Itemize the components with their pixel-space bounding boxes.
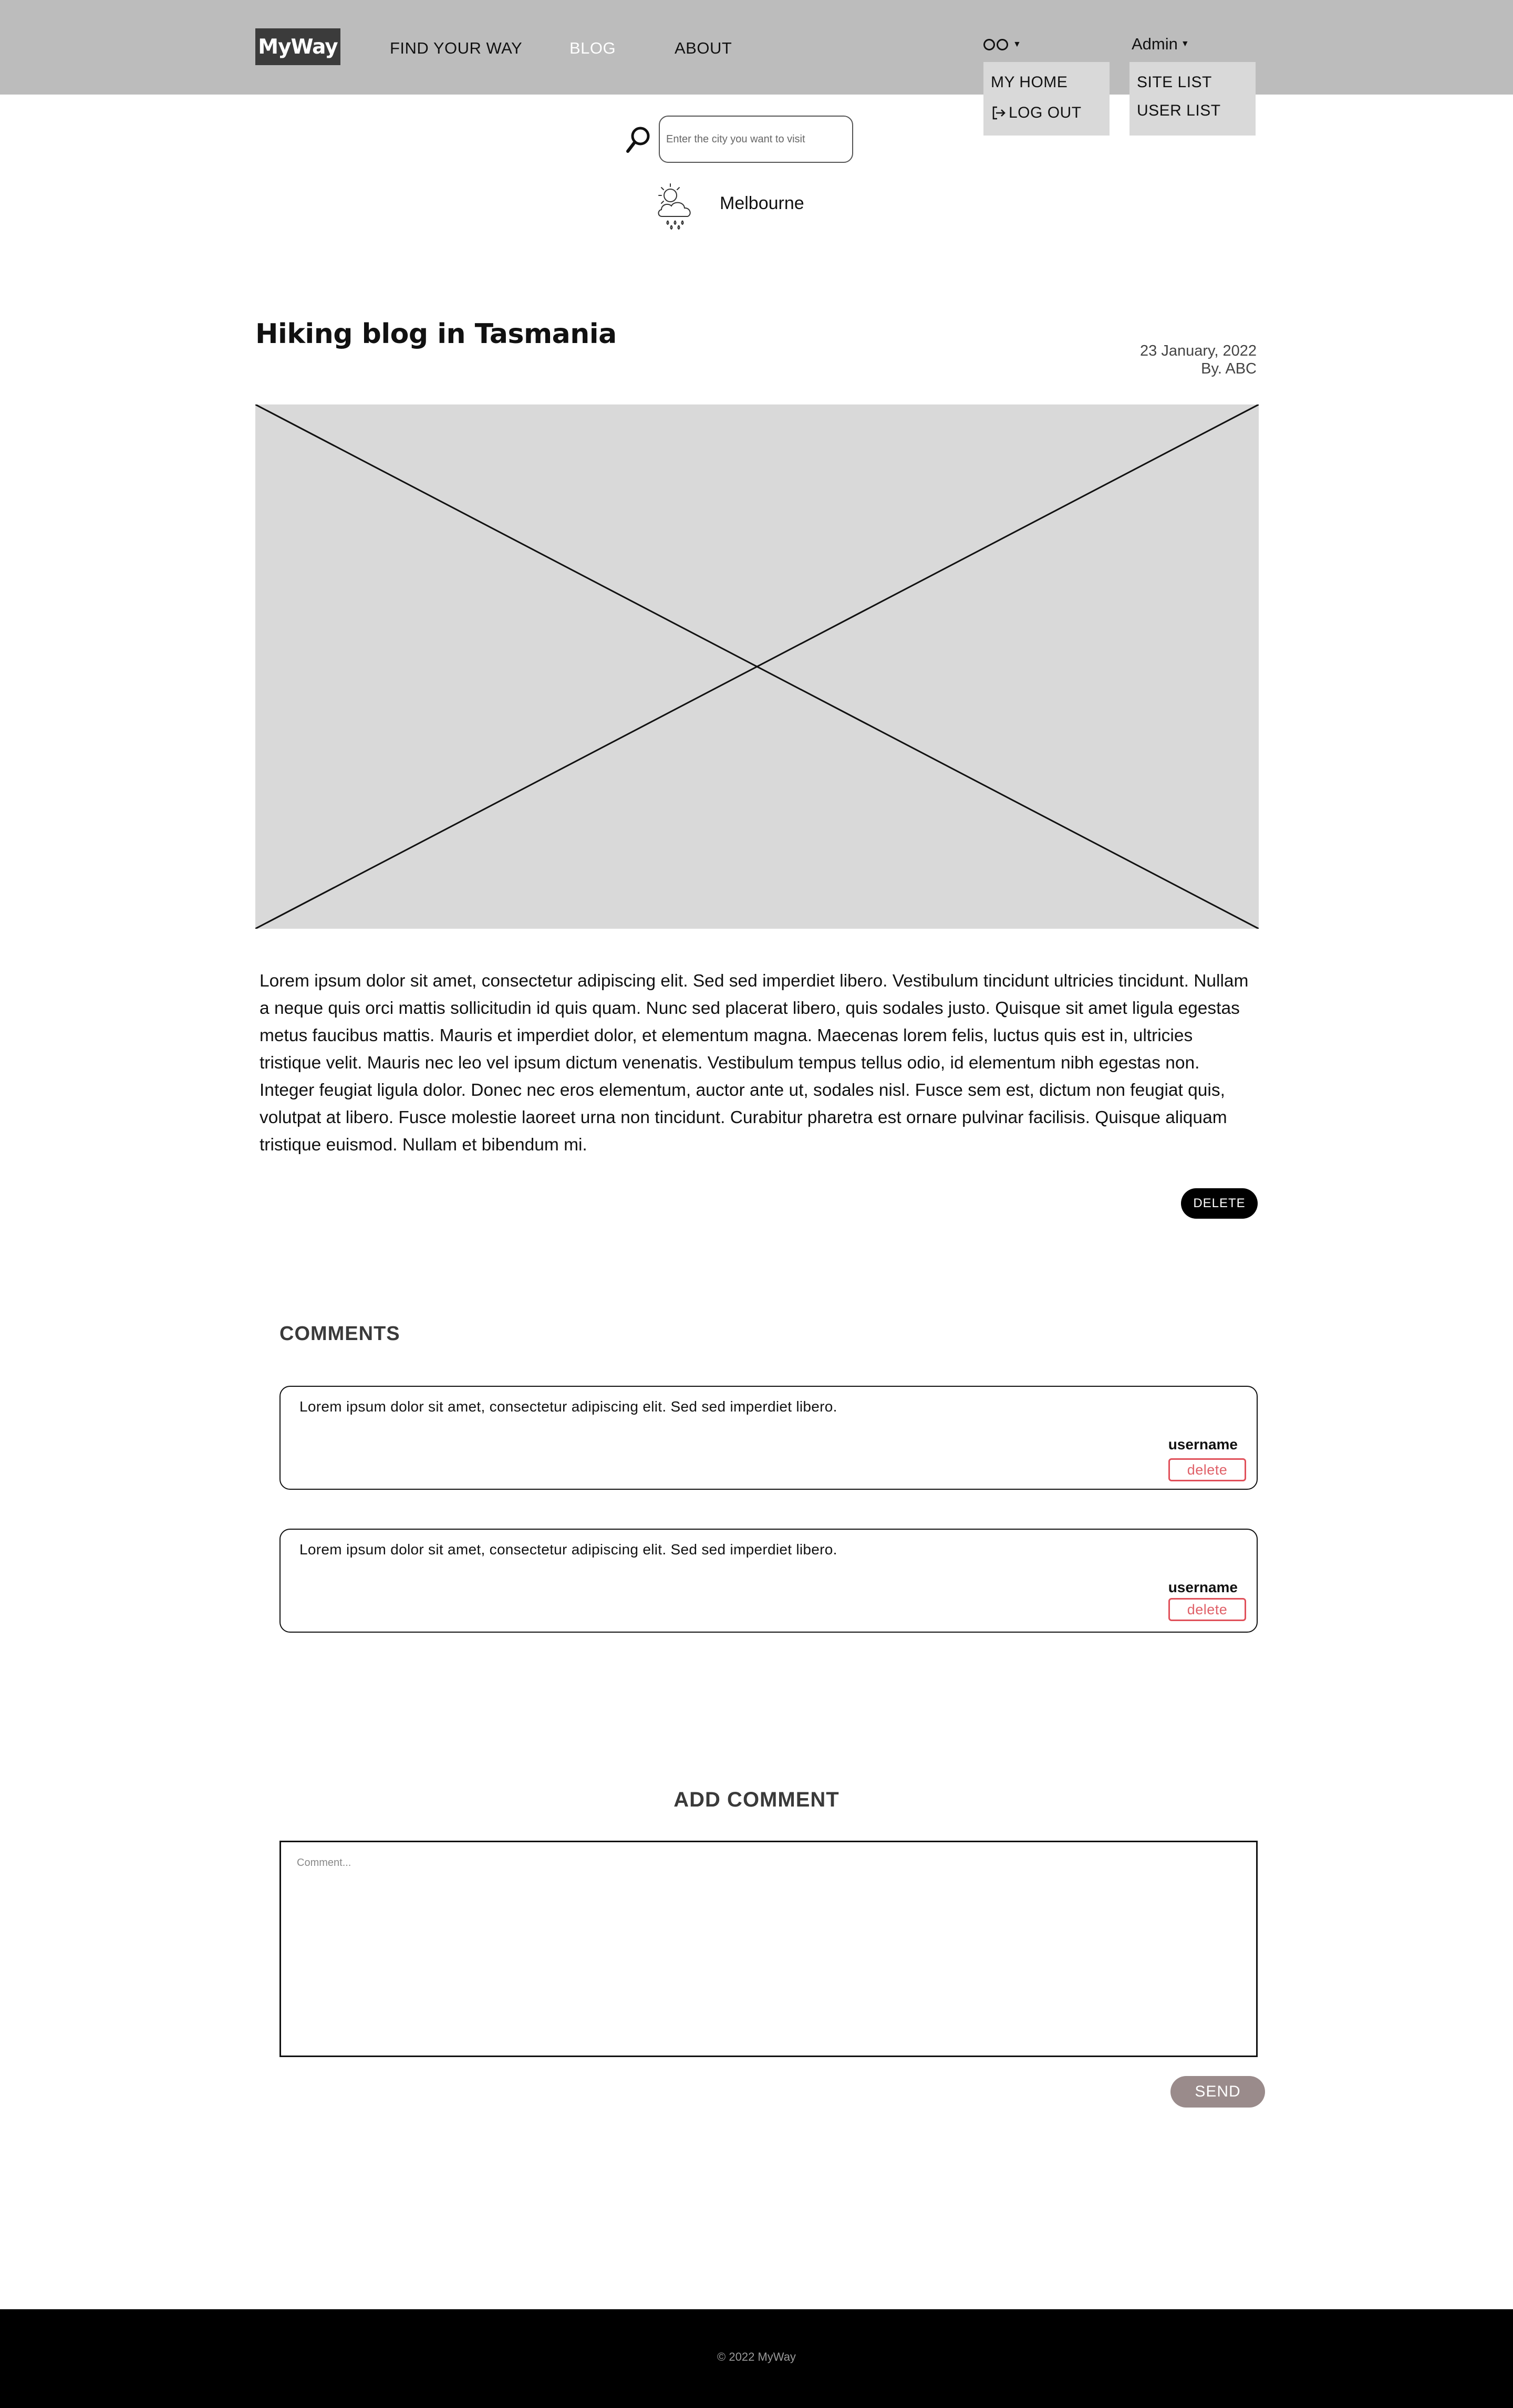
user-icon [983, 39, 995, 50]
user-icon [997, 39, 1008, 50]
city-search-input[interactable] [659, 116, 853, 163]
logout-icon [992, 106, 1006, 120]
copyright: © 2022 MyWay [717, 2350, 796, 2363]
comment-username: username [1168, 1436, 1238, 1452]
comment-text: Lorem ipsum dolor sit amet, consectetur … [299, 1398, 837, 1415]
menu-item-label: MY HOME [991, 74, 1068, 91]
delete-comment-button[interactable]: delete [1168, 1458, 1246, 1481]
cloud-sun-rain-icon [658, 183, 691, 230]
comment-username: username [1168, 1579, 1238, 1595]
menu-item-label: SITE LIST [1137, 74, 1212, 91]
caret-down-icon: ▼ [1013, 40, 1021, 49]
delete-comment-button[interactable]: delete [1168, 1598, 1246, 1621]
post-author: By. ABC [1201, 360, 1257, 377]
caret-down-icon: ▼ [1180, 39, 1189, 48]
nav-blog[interactable]: BLOG [569, 39, 616, 58]
site-footer: © 2022 MyWay [0, 2309, 1513, 2408]
nav-about[interactable]: ABOUT [675, 39, 732, 58]
search-icon[interactable] [625, 125, 651, 154]
page: MyWay FIND YOUR WAY BLOG ABOUT ▼ Admin ▼… [0, 0, 1513, 2408]
send-button[interactable]: SEND [1170, 2076, 1265, 2108]
logo[interactable]: MyWay [255, 28, 340, 65]
comment-card: Lorem ipsum dolor sit amet, consectetur … [279, 1386, 1258, 1490]
post-title: Hiking blog in Tasmania [255, 318, 617, 350]
menu-item-user-list[interactable]: USER LIST [1137, 102, 1221, 120]
weather-city: Melbourne [720, 193, 804, 213]
user-dropdown: MY HOME LOG OUT [983, 62, 1110, 136]
menu-item-site-list[interactable]: SITE LIST [1137, 74, 1212, 91]
menu-item-my-home[interactable]: MY HOME [991, 74, 1068, 91]
site-header: MyWay FIND YOUR WAY BLOG ABOUT ▼ Admin ▼ [0, 0, 1513, 95]
post-image-placeholder [255, 404, 1259, 929]
nav-find-your-way[interactable]: FIND YOUR WAY [390, 39, 522, 58]
comment-card: Lorem ipsum dolor sit amet, consectetur … [279, 1529, 1258, 1633]
add-comment-heading: ADD COMMENT [673, 1788, 840, 1811]
comment-text: Lorem ipsum dolor sit amet, consectetur … [299, 1541, 837, 1558]
admin-menu-label: Admin [1132, 35, 1178, 53]
image-placeholder-icon [255, 404, 1259, 929]
admin-dropdown: SITE LIST USER LIST [1129, 62, 1256, 136]
delete-post-button[interactable]: DELETE [1181, 1188, 1258, 1219]
menu-item-log-out[interactable]: LOG OUT [991, 104, 1082, 122]
comments-heading: COMMENTS [279, 1323, 400, 1345]
post-body: Lorem ipsum dolor sit amet, consectetur … [260, 971, 1249, 1155]
admin-menu-toggle[interactable]: Admin ▼ [1132, 35, 1189, 54]
comment-textarea[interactable] [279, 1841, 1258, 2057]
post-date: 23 January, 2022 [1140, 342, 1257, 359]
user-menu-toggle[interactable]: ▼ [983, 37, 1021, 53]
menu-item-label: LOG OUT [1009, 104, 1082, 121]
menu-item-label: USER LIST [1137, 102, 1221, 119]
